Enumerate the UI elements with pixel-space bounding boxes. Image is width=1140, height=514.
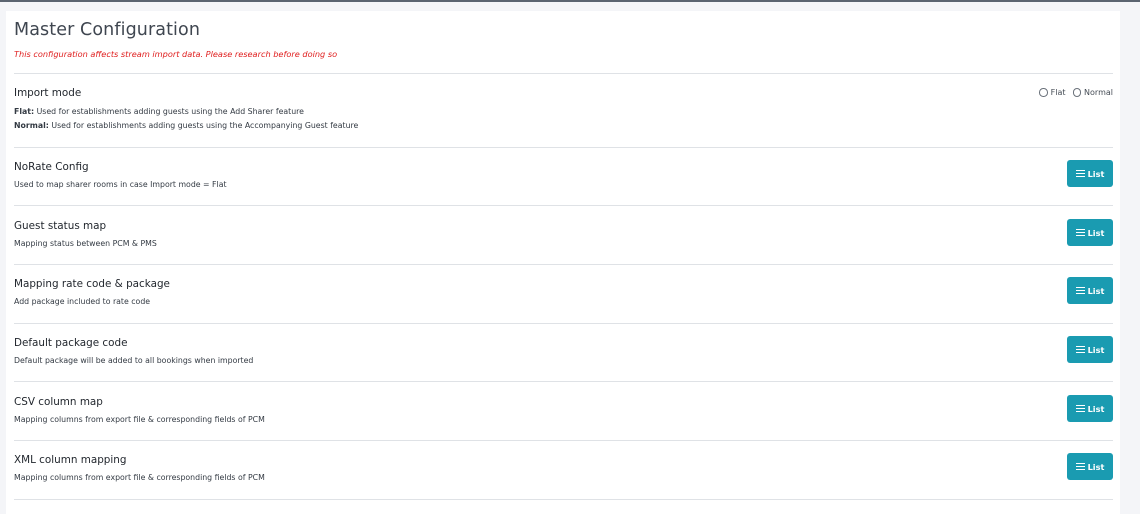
flat-label: Flat: [14,107,35,116]
top-border [0,0,1140,2]
list-button-label: List [1087,461,1105,472]
divider [14,147,1113,148]
bars-icon [1075,170,1085,177]
normal-label: Normal: [14,121,49,130]
xml-column-mapping-list-button[interactable]: List [1067,453,1113,480]
import-mode-radio-group: Flat Normal [1032,88,1113,97]
radio-circle-icon[interactable] [1072,88,1082,97]
divider [14,440,1113,441]
list-button-label: List [1087,285,1105,296]
section-desc-csv-column-map: Mapping columns from export file & corre… [14,415,265,424]
divider [14,205,1113,206]
master-configuration-panel: Master Configuration This configuration … [6,11,1120,514]
bars-icon [1075,346,1085,353]
list-button-label: List [1087,227,1105,238]
list-button-label: List [1087,344,1105,355]
radio-normal[interactable]: Normal [1072,88,1113,97]
csv-column-map-list-button[interactable]: List [1067,395,1113,422]
norate-config-list-button[interactable]: List [1067,160,1113,187]
section-title-guest-status-map: Guest status map [14,220,107,232]
guest-status-map-list-button[interactable]: List [1067,219,1113,246]
warning-message: This configuration affects stream import… [14,49,338,59]
section-desc-guest-status-map: Mapping status between PCM & PMS [14,239,157,248]
radio-circle-icon[interactable] [1039,88,1048,97]
section-desc-xml-column-mapping: Mapping columns from export file & corre… [14,473,265,482]
import-mode-normal-desc: Normal: Used for establishments adding g… [14,121,358,130]
bars-icon [1075,405,1085,412]
bars-icon [1075,463,1085,470]
divider [14,264,1113,265]
divider [14,499,1113,500]
import-mode-title: Import mode [14,87,82,99]
section-desc-default-package-code: Default package will be added to all boo… [14,356,254,365]
section-desc-norate-config: Used to map sharer rooms in case Import … [14,180,227,189]
radio-flat-label: Flat [1050,88,1066,97]
section-title-csv-column-map: CSV column map [14,396,103,408]
divider [14,381,1113,382]
section-desc-mapping-rate-code: Add package included to rate code [14,297,151,306]
import-mode-flat-desc: Flat: Used for establishments adding gue… [14,107,304,116]
divider [14,323,1113,324]
section-title-xml-column-mapping: XML column mapping [14,454,127,466]
normal-desc-text: Used for establishments adding guests us… [48,121,359,130]
mapping-rate-code-list-button[interactable]: List [1067,277,1113,304]
bars-icon [1075,229,1085,236]
list-button-label: List [1087,403,1105,414]
list-button-label: List [1087,168,1105,179]
divider [14,73,1113,74]
radio-normal-label: Normal [1084,88,1113,97]
section-title-norate-config: NoRate Config [14,161,89,173]
default-package-code-list-button[interactable]: List [1067,336,1113,363]
section-title-default-package-code: Default package code [14,337,128,349]
radio-flat[interactable]: Flat [1039,88,1066,97]
bars-icon [1075,287,1085,294]
section-title-mapping-rate-code: Mapping rate code & package [14,278,170,290]
page-title: Master Configuration [14,20,201,40]
flat-desc-text: Used for establishments adding guests us… [34,107,304,116]
